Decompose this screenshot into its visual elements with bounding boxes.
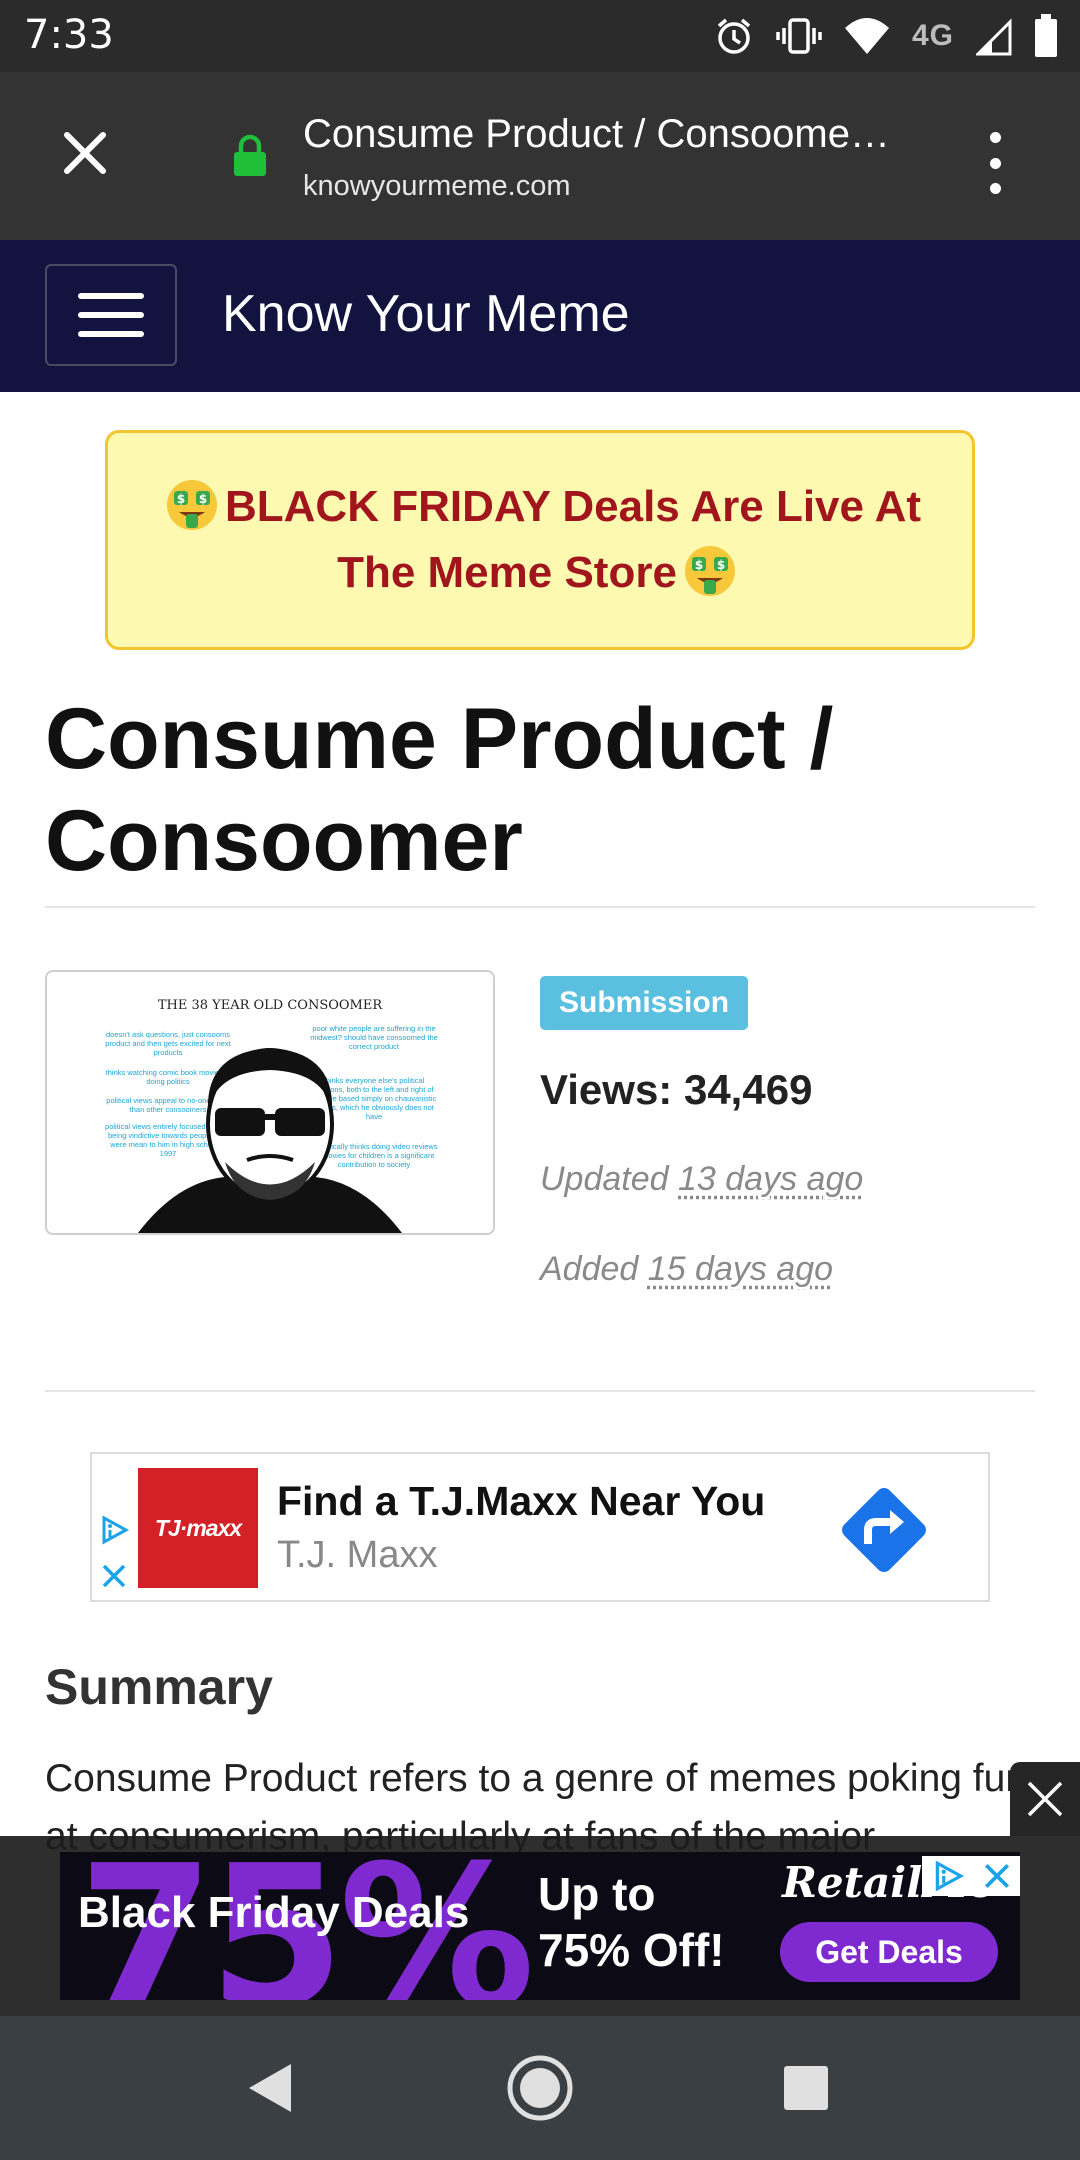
adchoices-icon[interactable]: [931, 1859, 965, 1893]
home-icon[interactable]: [500, 2055, 580, 2121]
status-badge[interactable]: Submission: [540, 976, 749, 1030]
adchoices-box[interactable]: [922, 1856, 1020, 1896]
added-date: Added 15 days ago: [540, 1250, 833, 1289]
browser-toolbar: Consume Product / Consoome… knowyourmeme…: [0, 72, 1080, 240]
money-mouth-face-icon: $ $: [166, 480, 217, 531]
status-time: 7:33: [24, 12, 114, 58]
entry-title: Consume Product / Consoomer: [45, 691, 834, 889]
adchoices-icon[interactable]: [98, 1514, 130, 1551]
promo-line1: BLACK FRIDAY Deals Are Live At: [224, 482, 922, 531]
views-count: Views: 34,469: [540, 1066, 813, 1113]
updated-date: Updated 13 days ago: [540, 1160, 863, 1199]
divider: [45, 1390, 1035, 1392]
ad-headline[interactable]: Find a T.J.Maxx Near You: [277, 1478, 765, 1525]
close-tab-button[interactable]: [50, 118, 120, 188]
wifi-icon: [844, 16, 890, 56]
svg-text:$: $: [717, 558, 725, 572]
system-nav-bar: [0, 2016, 1080, 2160]
divider: [45, 906, 1035, 908]
consoomer-face-drawing: [138, 1048, 402, 1233]
tjmaxx-ad[interactable]: TJ·maxx Find a T.J.Maxx Near You T.J. Ma…: [90, 1452, 990, 1602]
promo-text: $ $ BLACK FRIDAY Deals Are Live At The Meme…: [159, 474, 921, 606]
svg-text:$: $: [177, 492, 185, 506]
retailmenot-ad[interactable]: 75% Black Friday Deals Up to 75% Off! Re…: [60, 1852, 1020, 2000]
promo-line2: The Meme Store: [337, 548, 677, 597]
ad-headline: Black Friday Deals: [78, 1888, 470, 1937]
svg-text:$: $: [199, 492, 207, 506]
hamburger-menu-icon[interactable]: [45, 264, 177, 366]
lock-icon[interactable]: [232, 134, 268, 183]
status-icons: 4G: [714, 10, 1058, 62]
battery-icon: [1034, 14, 1058, 58]
network-type-label: 4G: [911, 19, 954, 52]
alarm-icon: [714, 16, 754, 56]
signal-icon: [976, 16, 1012, 56]
thumbnail-title: THE 38 YEAR OLD CONSOOMER: [157, 998, 383, 1013]
ad-offer: Up to 75% Off!: [538, 1866, 725, 1978]
ad-offer-line2: 75% Off!: [538, 1924, 725, 1976]
added-label: Added: [540, 1250, 639, 1288]
get-deals-button[interactable]: Get Deals: [780, 1922, 998, 1982]
site-header: Know Your Meme: [0, 240, 1080, 392]
ad-offer-line1: Up to: [538, 1868, 656, 1920]
directions-icon[interactable]: [832, 1478, 936, 1582]
vibrate-icon: [776, 16, 822, 56]
entry-thumbnail[interactable]: THE 38 YEAR OLD CONSOOMER doesn't ask qu…: [45, 970, 495, 1235]
updated-relative-time[interactable]: 13 days ago: [678, 1160, 863, 1198]
svg-text:$: $: [695, 558, 703, 572]
promo-banner[interactable]: $ $ BLACK FRIDAY Deals Are Live At The Meme…: [105, 430, 975, 650]
added-relative-time[interactable]: 15 days ago: [648, 1250, 833, 1288]
site-name[interactable]: Know Your Meme: [222, 284, 630, 344]
back-icon[interactable]: [230, 2056, 310, 2120]
updated-label: Updated: [540, 1160, 669, 1198]
close-icon: [64, 132, 106, 174]
ad-close-icon[interactable]: [982, 1861, 1012, 1891]
close-icon: [1027, 1781, 1063, 1817]
page-url[interactable]: knowyourmeme.com: [303, 170, 571, 203]
sticky-ad-close-button[interactable]: [1010, 1762, 1080, 1836]
recents-icon[interactable]: [766, 2056, 846, 2120]
money-mouth-face-icon: $ $: [684, 546, 735, 597]
sticky-ad-container: 75% Black Friday Deals Up to 75% Off! Re…: [0, 1836, 1080, 2016]
more-vert-icon[interactable]: [975, 128, 1015, 198]
summary-heading: Summary: [45, 1659, 273, 1715]
page-title[interactable]: Consume Product / Consoome…: [303, 112, 923, 157]
status-bar: 7:33 4G: [0, 0, 1080, 72]
tjmaxx-logo: TJ·maxx: [138, 1468, 258, 1588]
ad-close-icon[interactable]: [100, 1562, 128, 1595]
ad-advertiser: T.J. Maxx: [277, 1534, 438, 1576]
